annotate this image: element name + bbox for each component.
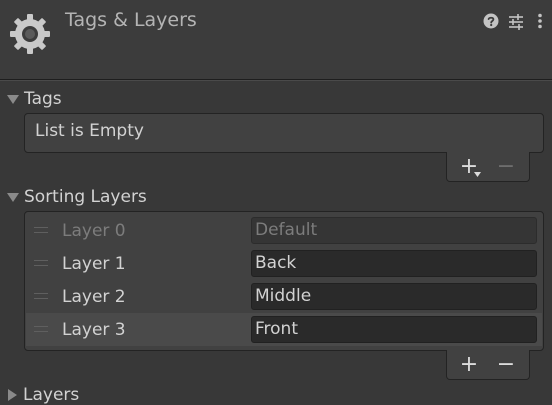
tags-list: List is Empty (24, 113, 544, 153)
header-separator (0, 80, 552, 81)
sorting-layers-list: Layer 0 Default Layer 1 Back Layer 2 Mid… (24, 211, 544, 351)
page-title: Tags & Layers (65, 9, 197, 31)
sorting-layer-name-field[interactable]: Front (251, 316, 537, 343)
help-icon[interactable] (482, 12, 500, 30)
drag-handle-icon[interactable] (34, 227, 48, 234)
drag-handle-icon[interactable] (34, 326, 48, 333)
sorting-layers-foldout[interactable]: Sorting Layers (7, 187, 147, 207)
minus-icon: − (496, 352, 516, 377)
sorting-layers-remove-button[interactable]: − (493, 352, 519, 378)
expanded-triangle-icon (7, 94, 19, 104)
tags-empty-text: List is Empty (35, 121, 144, 141)
minus-icon: − (496, 154, 516, 179)
drag-handle-icon[interactable] (34, 260, 48, 267)
tags-list-footer: + − (446, 152, 530, 182)
sorting-layer-label: Layer 3 (62, 320, 126, 340)
expanded-triangle-icon (7, 192, 19, 202)
layers-foldout[interactable]: Layers (7, 385, 79, 405)
dropdown-arrow-icon (474, 172, 481, 177)
sorting-layer-row[interactable]: Layer 3 Front (26, 313, 542, 346)
sorting-layers-list-footer: + − (446, 350, 530, 380)
sorting-layer-label: Layer 2 (62, 287, 126, 307)
more-icon[interactable] (531, 12, 549, 30)
sorting-layers-foldout-label: Sorting Layers (24, 187, 147, 207)
sorting-layer-row[interactable]: Layer 0 Default (26, 214, 542, 247)
sorting-layer-label: Layer 0 (62, 221, 126, 241)
tags-remove-button[interactable]: − (493, 154, 519, 180)
plus-icon: + (459, 352, 479, 377)
inspector-header: Tags & Layers (0, 0, 552, 80)
sorting-layer-row[interactable]: Layer 1 Back (26, 247, 542, 280)
tags-foldout[interactable]: Tags (7, 89, 62, 109)
sorting-layers-add-button[interactable]: + (456, 352, 482, 378)
sorting-layer-row[interactable]: Layer 2 Middle (26, 280, 542, 313)
sorting-layer-name-field[interactable]: Middle (251, 283, 537, 310)
gear-icon (10, 14, 50, 54)
layers-foldout-label: Layers (23, 385, 80, 405)
tags-foldout-label: Tags (24, 89, 62, 109)
drag-handle-icon[interactable] (34, 293, 48, 300)
sorting-layer-name-field[interactable]: Back (251, 250, 537, 277)
sorting-layer-name-field: Default (251, 217, 537, 244)
tags-add-button[interactable]: + (456, 154, 482, 180)
sorting-layer-label: Layer 1 (62, 254, 126, 274)
collapsed-triangle-icon (8, 389, 17, 401)
preset-icon[interactable] (507, 12, 525, 30)
